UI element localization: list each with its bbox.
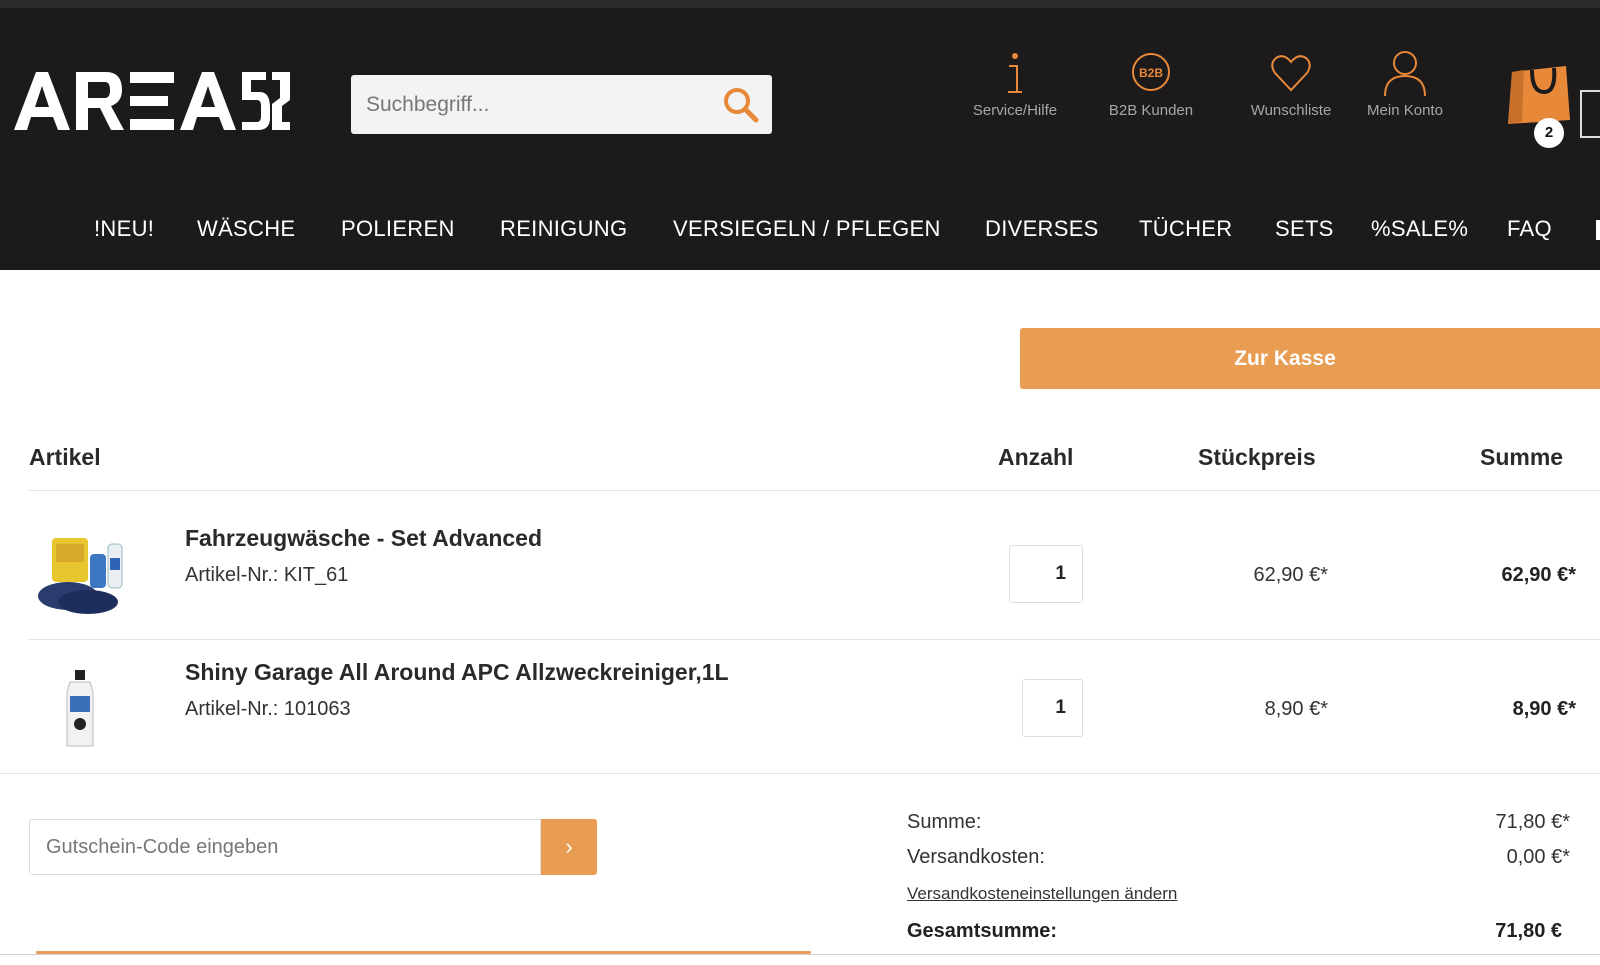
search-bar <box>351 75 772 134</box>
user-icon <box>1384 51 1426 97</box>
checkout-button[interactable]: Zur Kasse <box>1020 328 1600 389</box>
nav-item-polieren[interactable]: POLIEREN <box>341 216 455 242</box>
header-article: Artikel <box>29 444 101 470</box>
site-header: Service/Hilfe B2B B2B Kunden Wunschliste… <box>0 8 1600 270</box>
info-icon <box>1008 53 1022 93</box>
unit-price: 8,90 €* <box>1264 698 1328 720</box>
checkout-label: Zur Kasse <box>1234 347 1336 370</box>
product-name[interactable]: Fahrzeugwäsche - Set Advanced <box>185 525 542 552</box>
shipping-settings-link[interactable]: Versandkosteneinstellungen ändern <box>907 884 1177 904</box>
offcanvas-edge <box>1580 90 1600 138</box>
header-total: Summe <box>1480 444 1564 470</box>
subtotal-value: 71,80 €* <box>1495 811 1570 833</box>
b2b-customers-label: B2B Kunden <box>1108 102 1194 119</box>
nav-item-tuecher[interactable]: TÜCHER <box>1139 216 1232 242</box>
voucher-submit-button[interactable]: › <box>541 819 597 875</box>
divider <box>29 490 1600 491</box>
top-strip <box>0 0 1600 8</box>
nav-item-sale[interactable]: %SALE% <box>1371 216 1468 242</box>
divider <box>29 639 1600 640</box>
header-unit-price: Stückpreis <box>1198 444 1316 470</box>
line-total: 62,90 €* <box>1501 564 1576 586</box>
shipping-value: 0,00 €* <box>1506 846 1570 868</box>
product-image-apc[interactable] <box>64 670 96 748</box>
grand-total-value: 71,80 € <box>1495 920 1562 942</box>
divider <box>0 773 1600 774</box>
quantity-selector[interactable]: 1 <box>1022 679 1083 737</box>
service-help-link[interactable]: Service/Hilfe <box>963 48 1067 119</box>
product-image-set-advanced[interactable] <box>34 532 130 618</box>
b2b-icon-text: B2B <box>1139 66 1163 80</box>
b2b-icon: B2B <box>1132 53 1170 91</box>
nav-item-sets[interactable]: SETS <box>1275 216 1334 242</box>
shipping-label: Versandkosten: <box>907 846 1045 868</box>
nav-item-reinigung[interactable]: REINIGUNG <box>500 216 627 242</box>
my-account-link[interactable]: Mein Konto <box>1357 48 1453 119</box>
heart-icon <box>1271 55 1311 92</box>
area52-logo[interactable] <box>14 68 290 134</box>
nav-item-overflow[interactable] <box>1596 220 1600 240</box>
service-help-label: Service/Hilfe <box>972 102 1058 119</box>
wishlist-label: Wunschliste <box>1250 102 1332 119</box>
main-nav: !NEU! WÄSCHE POLIEREN REINIGUNG VERSIEGE… <box>0 216 1600 256</box>
quantity-value: 1 <box>1055 697 1066 718</box>
nav-item-versiegeln[interactable]: VERSIEGELN / PFLEGEN <box>673 216 941 242</box>
voucher-field <box>29 819 541 875</box>
header-quantity: Anzahl <box>998 444 1074 470</box>
quantity-value: 1 <box>1055 563 1066 584</box>
my-account-label: Mein Konto <box>1367 102 1443 119</box>
cart-count-badge: 2 <box>1534 118 1564 148</box>
grand-total-label: Gesamtsumme: <box>907 920 1058 942</box>
search-input[interactable] <box>351 75 711 134</box>
product-sku: Artikel-Nr.: 101063 <box>185 698 351 720</box>
nav-item-diverses[interactable]: DIVERSES <box>985 216 1099 242</box>
cart-button[interactable]: 2 <box>1504 60 1576 150</box>
divider <box>0 954 1600 955</box>
nav-item-waesche[interactable]: WÄSCHE <box>197 216 295 242</box>
quantity-selector[interactable]: 1 <box>1009 545 1083 603</box>
subtotal-label: Summe: <box>907 811 982 833</box>
search-icon[interactable] <box>721 85 761 125</box>
b2b-customers-link[interactable]: B2B B2B Kunden <box>1096 48 1206 119</box>
line-total: 8,90 €* <box>1512 698 1576 720</box>
product-sku: Artikel-Nr.: KIT_61 <box>185 564 349 586</box>
product-name[interactable]: Shiny Garage All Around APC Allzweckrein… <box>185 659 729 686</box>
voucher-input[interactable] <box>30 820 530 874</box>
wishlist-link[interactable]: Wunschliste <box>1236 48 1346 119</box>
nav-item-neu[interactable]: !NEU! <box>94 216 154 242</box>
unit-price: 62,90 €* <box>1253 564 1328 586</box>
nav-item-faq[interactable]: FAQ <box>1507 216 1552 242</box>
